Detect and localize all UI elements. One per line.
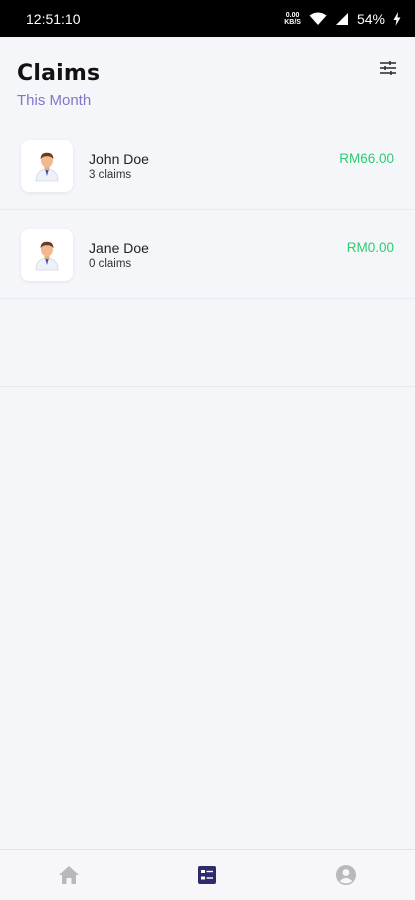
divider [0,386,415,387]
home-icon [59,866,80,884]
net-speed-value: 0.00 [285,11,300,19]
avatar [21,229,73,281]
claimant-name: John Doe [89,151,149,167]
filter-button[interactable] [377,57,399,79]
claims-list-icon [198,866,217,884]
claim-row-jane-doe[interactable]: Jane Doe 0 claims RM0.00 [0,210,415,299]
claim-amount: RM0.00 [346,240,394,255]
claims-list: John Doe 3 claims RM66.00 Jane Doe 0 cla… [0,121,415,299]
net-speed-unit: KB/S [284,18,301,26]
claimant-name: Jane Doe [89,240,149,256]
claim-amount: RM66.00 [339,151,394,166]
avatar [21,140,73,192]
nav-claims[interactable] [167,850,247,900]
charging-icon [393,11,401,26]
nav-home[interactable] [29,850,109,900]
person-avatar-icon [35,241,59,271]
nav-profile[interactable] [306,850,386,900]
page-header: Claims This Month [0,37,415,120]
claim-count: 3 claims [89,169,132,181]
signal-icon [335,12,349,26]
profile-icon [335,865,356,885]
claim-row-john-doe[interactable]: John Doe 3 claims RM66.00 [0,121,415,210]
tune-icon [380,61,396,75]
battery-percent: 54% [356,10,385,27]
page-title: Claims [17,61,101,86]
claim-count: 0 claims [89,258,132,270]
status-bar: 12:51:10 0.00 KB/S 54% [0,0,415,37]
status-time: 12:51:10 [26,10,81,27]
status-icons: 0.00 KB/S 54% [284,11,401,27]
wifi-icon [309,12,327,26]
person-avatar-icon [35,152,59,182]
period-subtitle[interactable]: This Month [17,92,91,109]
bottom-nav [0,849,415,900]
network-speed: 0.00 KB/S [284,12,301,26]
